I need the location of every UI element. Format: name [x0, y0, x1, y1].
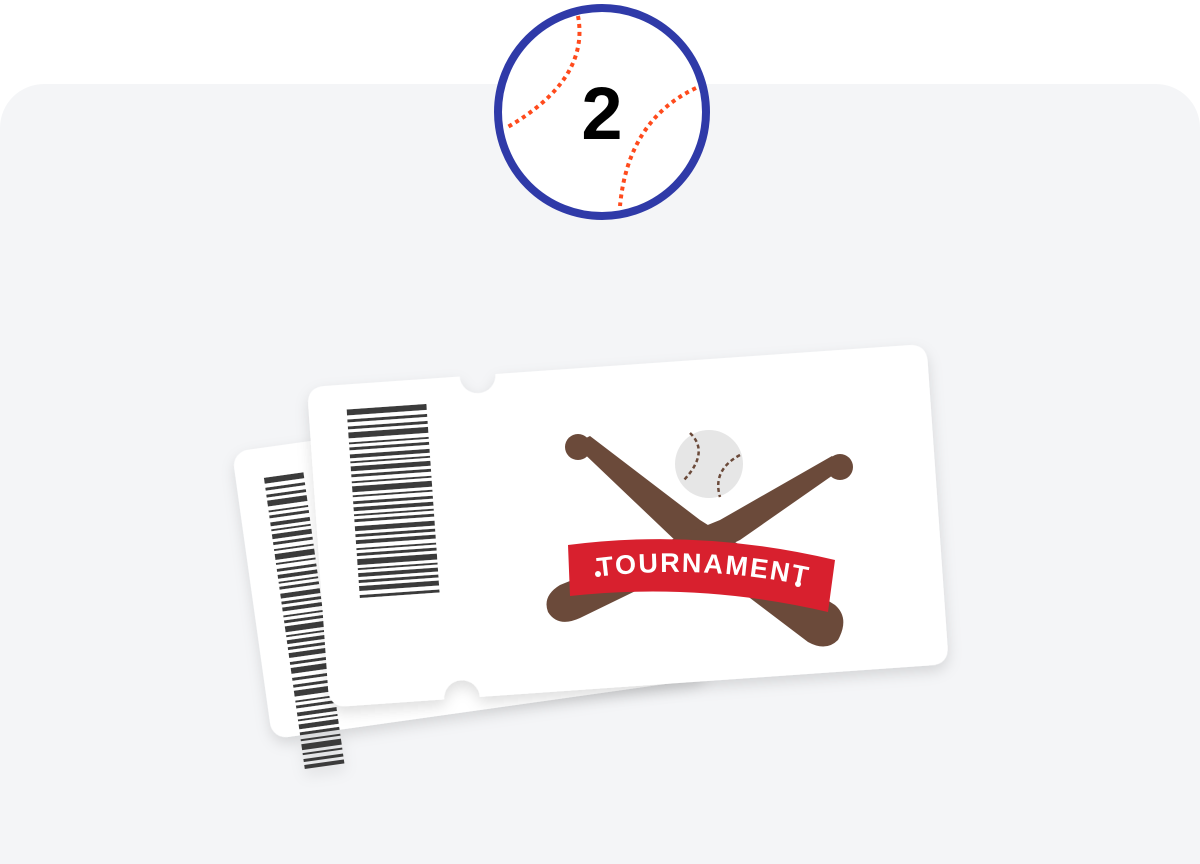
step-badge: 2 — [494, 4, 710, 220]
step-number: 2 — [581, 72, 622, 155]
